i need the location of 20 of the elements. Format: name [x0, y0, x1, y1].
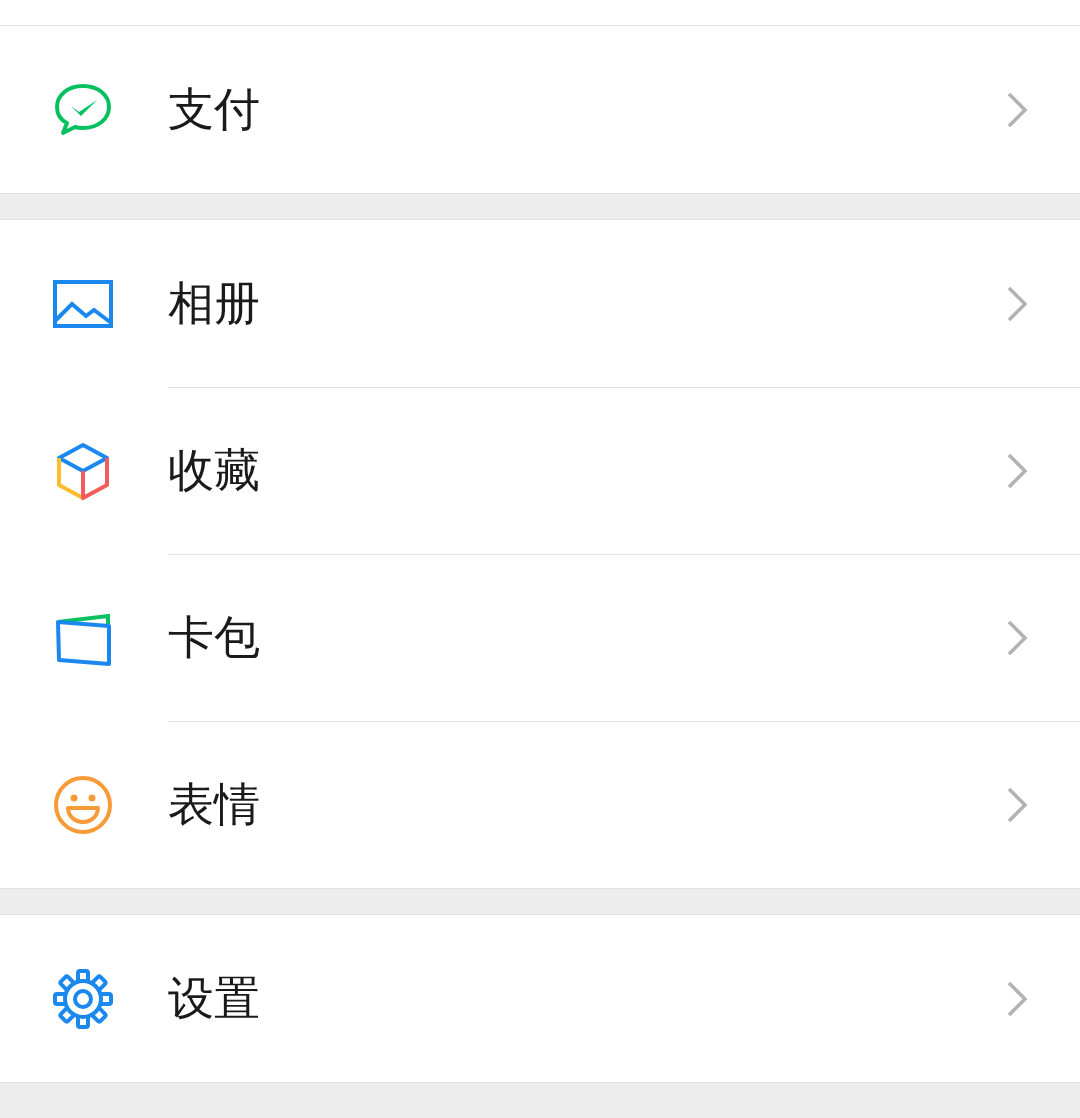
chevron-right-icon	[1006, 786, 1028, 824]
chevron-right-icon	[1006, 90, 1028, 129]
menu-label: 表情	[168, 776, 261, 833]
settings-icon	[53, 968, 113, 1029]
chevron-right-icon	[1006, 452, 1028, 490]
smiley-icon	[53, 774, 113, 835]
menu-item[interactable]: 支付	[0, 26, 1080, 193]
menu-label: 收藏	[168, 442, 261, 499]
menu-item[interactable]: 表情	[0, 721, 1080, 888]
menu-label: 卡包	[168, 609, 261, 666]
menu-item[interactable]: 设置	[0, 915, 1080, 1082]
menu-item[interactable]: 卡包	[0, 554, 1080, 721]
menu-label: 支付	[168, 80, 261, 138]
menu-item[interactable]: 收藏	[0, 387, 1080, 554]
chevron-right-icon	[1006, 284, 1028, 323]
chevron-right-icon	[1006, 979, 1028, 1018]
menu-item[interactable]: 相册	[0, 220, 1080, 387]
menu-label: 设置	[168, 969, 261, 1027]
menu-label: 相册	[168, 274, 261, 332]
chevron-right-icon	[1006, 619, 1028, 657]
